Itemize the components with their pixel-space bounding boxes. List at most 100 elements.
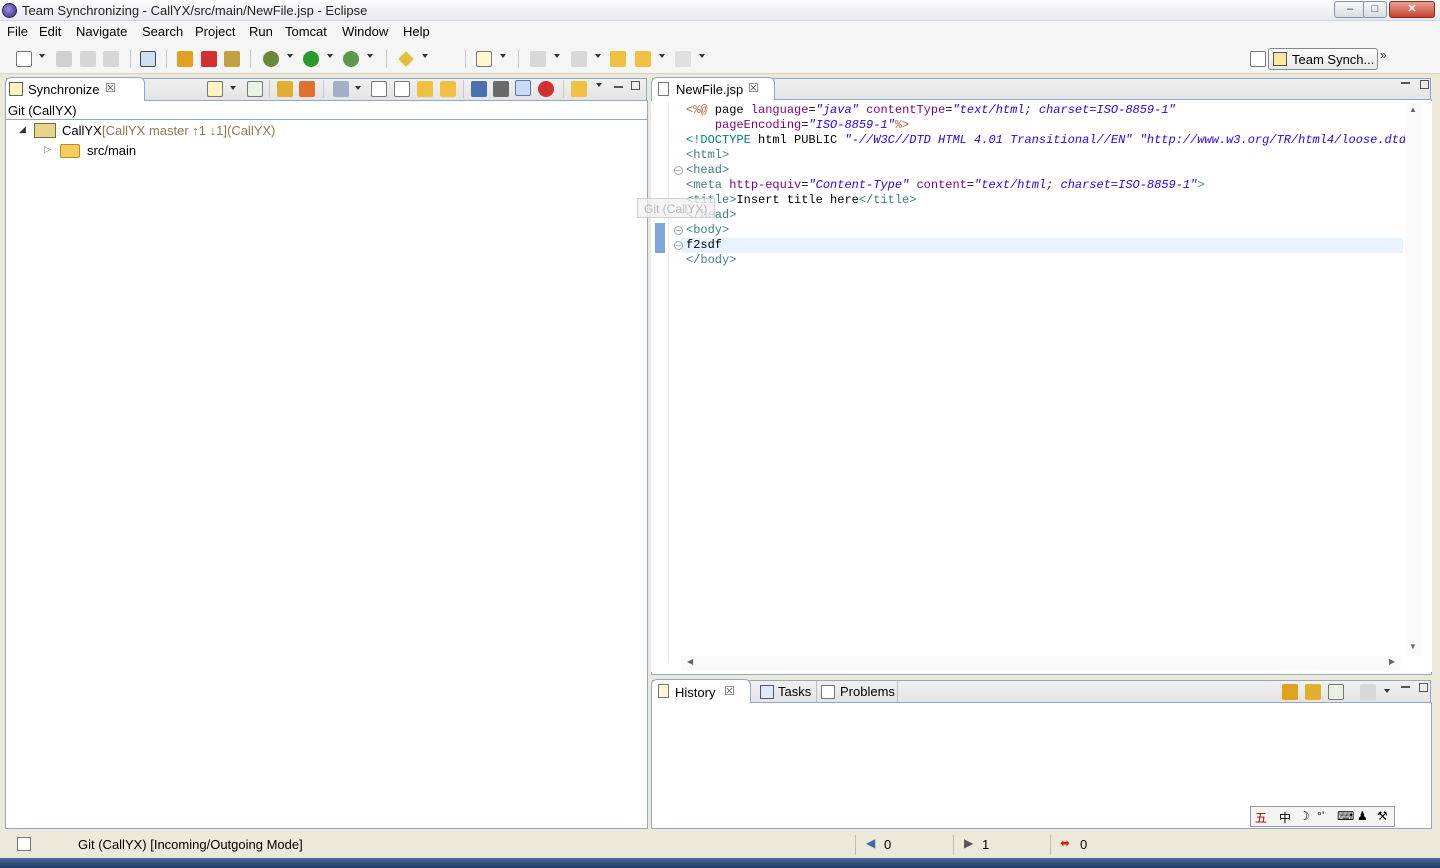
minimize-history-icon[interactable] <box>1401 686 1410 688</box>
code-line[interactable]: <meta http-equiv="Content-Type" content=… <box>686 178 1205 193</box>
menu-navigate[interactable]: Navigate <box>76 24 127 39</box>
tomcat-stop-icon[interactable] <box>201 51 217 67</box>
scroll-right-icon[interactable]: ▶ <box>1389 657 1395 666</box>
run-icon[interactable] <box>303 51 319 67</box>
code-line[interactable]: </body> <box>686 253 736 268</box>
expand-arrow-icon[interactable]: ◢ <box>19 124 26 135</box>
menu-window[interactable]: Window <box>342 24 388 39</box>
incoming-mode-icon[interactable] <box>471 81 487 97</box>
code-line[interactable]: <title>Insert title here</title> <box>686 193 916 208</box>
tomcat-start-icon[interactable] <box>177 51 193 67</box>
menu-project[interactable]: Project <box>195 24 235 39</box>
tree-row-project[interactable]: ◢ CallYX [CallYX master ↑1 ↓1](CallYX) <box>6 121 647 141</box>
scroll-up-icon[interactable]: ▲ <box>1409 105 1417 114</box>
team-sync-perspective-button[interactable]: Team Synch... <box>1268 48 1378 70</box>
compare-mode-icon[interactable] <box>1360 684 1376 700</box>
save-all-icon[interactable] <box>80 51 96 67</box>
folder-icon <box>60 144 80 158</box>
menu-help[interactable]: Help <box>403 24 430 39</box>
code-line[interactable]: <body> <box>686 223 729 238</box>
tab-history[interactable]: History ☒ <box>651 679 751 703</box>
run-external-tools-icon[interactable] <box>343 51 359 67</box>
code-line[interactable]: <!DOCTYPE html PUBLIC "-//W3C//DTD HTML … <box>686 133 1421 148</box>
refresh-icon[interactable] <box>1282 684 1298 700</box>
sync-toolbar-icon[interactable] <box>476 51 492 67</box>
tree-row-folder[interactable]: ▷ src/main <box>6 141 647 161</box>
scroll-left-icon[interactable]: ◀ <box>687 657 693 666</box>
close-icon[interactable]: ☒ <box>748 81 759 95</box>
open-type-icon[interactable] <box>140 51 156 67</box>
expand-all-icon[interactable] <box>371 81 387 97</box>
search-pen-icon[interactable] <box>398 51 414 67</box>
code-line[interactable]: <head> <box>686 163 729 178</box>
fold-marker-icon[interactable]: – <box>674 226 683 235</box>
maximize-button[interactable]: □ <box>1363 1 1387 18</box>
conflicts-mode-icon[interactable] <box>538 81 554 97</box>
outgoing-mode-icon[interactable] <box>493 81 509 97</box>
next-annotation-icon[interactable] <box>530 51 546 67</box>
next-difference-icon[interactable] <box>417 81 433 97</box>
menu-search[interactable]: Search <box>142 24 183 39</box>
tab-tasks[interactable]: Tasks <box>756 681 816 702</box>
pin-history-icon[interactable] <box>1328 684 1344 700</box>
ime-punctuation-icon[interactable]: °’ <box>1317 809 1324 823</box>
incoming-outgoing-mode-icon[interactable] <box>515 80 531 96</box>
minimize-view-icon[interactable] <box>614 86 623 88</box>
menu-file[interactable]: File <box>7 24 28 39</box>
editor-tab-newfile[interactable]: NewFile.jsp ☒ <box>651 77 775 100</box>
new-dropdown-icon[interactable] <box>39 54 45 58</box>
scroll-down-icon[interactable]: ▼ <box>1409 642 1417 651</box>
code-line[interactable]: pageEncoding="ISO-8859-1"%> <box>686 118 909 133</box>
perspective-overflow-button[interactable]: » <box>1380 48 1387 62</box>
new-icon[interactable] <box>16 51 32 67</box>
code-editor[interactable]: – – – <%@ page language="java" contentTy… <box>637 101 1432 672</box>
synchronize-tab[interactable]: Synchronize ☒ <box>5 77 145 101</box>
menu-tomcat[interactable]: Tomcat <box>285 24 327 39</box>
fetch-icon[interactable] <box>277 81 293 97</box>
open-perspective-icon[interactable] <box>1250 51 1266 67</box>
fold-marker-icon[interactable]: – <box>674 241 683 250</box>
fast-view-icon[interactable] <box>17 837 31 851</box>
menu-edit[interactable]: Edit <box>39 24 61 39</box>
previous-difference-icon[interactable] <box>440 81 456 97</box>
code-line[interactable]: <%@ page language="java" contentType="te… <box>686 103 1176 118</box>
push-icon[interactable] <box>299 81 315 97</box>
maximize-editor-icon[interactable] <box>1420 80 1429 89</box>
minimize-button[interactable]: – <box>1334 1 1366 18</box>
maximize-history-icon[interactable] <box>1419 683 1428 692</box>
forward-icon[interactable] <box>675 51 691 67</box>
link-with-editor-icon[interactable] <box>571 81 587 97</box>
ime-settings-icon[interactable]: ⚒ <box>1377 809 1388 823</box>
tab-problems[interactable]: Problems <box>816 681 898 702</box>
minimize-editor-icon[interactable] <box>1401 82 1410 84</box>
ime-halfwidth-icon[interactable]: ☽ <box>1299 809 1310 823</box>
debug-icon[interactable] <box>263 51 279 67</box>
ime-mode-icon[interactable]: 五 <box>1255 809 1267 826</box>
fold-marker-icon[interactable]: – <box>674 166 683 175</box>
prev-annotation-icon[interactable] <box>571 51 587 67</box>
back-icon[interactable] <box>635 51 651 67</box>
print-icon[interactable] <box>103 51 119 67</box>
pin-icon[interactable] <box>247 81 263 97</box>
close-icon[interactable]: ☒ <box>105 81 116 95</box>
tomcat-restart-icon[interactable] <box>224 51 240 67</box>
vertical-scrollbar[interactable]: ▲ ▼ <box>1405 103 1422 656</box>
ime-skin-icon[interactable]: ♟ <box>1357 809 1368 823</box>
save-icon[interactable] <box>56 51 72 67</box>
collapse-all-icon[interactable] <box>394 81 410 97</box>
last-edit-icon[interactable] <box>610 51 626 67</box>
code-line[interactable]: <html> <box>686 148 729 163</box>
link-icon[interactable] <box>1305 684 1321 700</box>
code-line[interactable]: f2sdf <box>686 238 722 253</box>
ime-chinese-icon[interactable]: 中 <box>1279 809 1291 826</box>
menu-run[interactable]: Run <box>249 24 273 39</box>
close-icon[interactable]: ☒ <box>724 684 735 698</box>
collapse-arrow-icon[interactable]: ▷ <box>44 144 51 155</box>
close-button[interactable]: ✕ <box>1389 1 1435 18</box>
ime-toolbar[interactable]: 五 中 ☽ °’ ⌨ ♟ ⚒ <box>1250 806 1395 827</box>
maximize-view-icon[interactable] <box>631 81 640 90</box>
horizontal-scrollbar[interactable]: ◀ ▶ <box>681 656 1401 670</box>
synchronize-icon[interactable] <box>207 81 223 97</box>
presentation-icon[interactable] <box>333 81 349 97</box>
ime-keyboard-icon[interactable]: ⌨ <box>1337 809 1354 823</box>
